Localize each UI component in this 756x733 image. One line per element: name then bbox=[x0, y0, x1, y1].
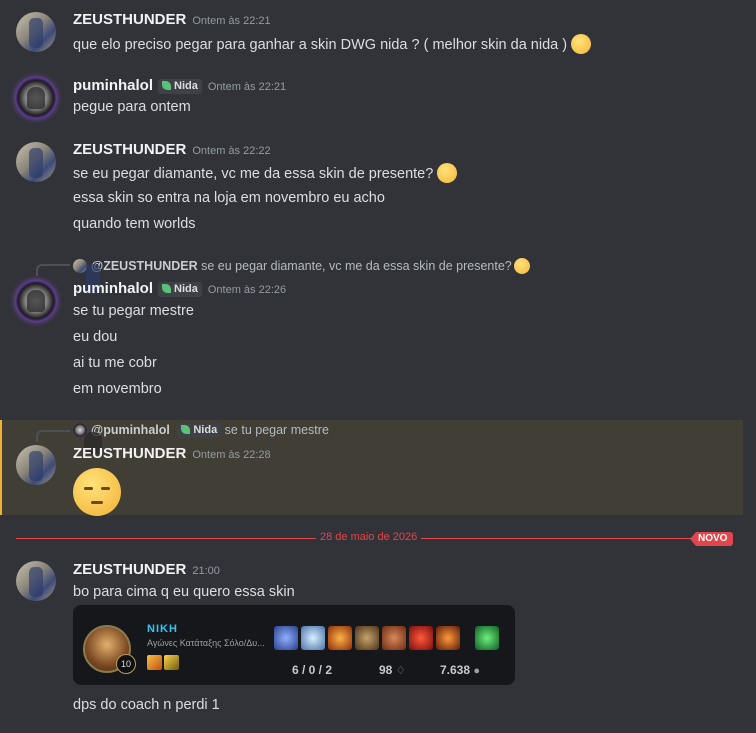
role-tag[interactable]: Nida bbox=[177, 423, 222, 438]
gold-coins-icon: ● bbox=[473, 665, 481, 677]
timestamp[interactable]: Ontem às 22:26 bbox=[208, 284, 286, 296]
gold: 7.638 ● bbox=[440, 663, 480, 677]
pensive-face-emoji[interactable] bbox=[73, 468, 121, 516]
ignite-spell-icon bbox=[164, 655, 179, 670]
message-text: essa skin so entra na loja em novembro e… bbox=[73, 190, 385, 206]
timestamp[interactable]: Ontem às 22:28 bbox=[192, 449, 270, 461]
reply-avatar bbox=[73, 259, 87, 273]
item-icon bbox=[436, 626, 460, 650]
reply-connector bbox=[36, 264, 70, 276]
username[interactable]: ZEUSTHUNDER bbox=[73, 445, 186, 462]
trinket-icon bbox=[475, 626, 499, 650]
username[interactable]: ZEUSTHUNDER bbox=[73, 141, 186, 158]
message-header: puminhalol Nida Ontem às 22:21 bbox=[73, 77, 286, 94]
reply-avatar bbox=[73, 423, 87, 437]
username[interactable]: puminhalol bbox=[73, 280, 153, 297]
flash-spell-icon bbox=[147, 655, 162, 670]
reply-text[interactable]: se tu pegar mestre bbox=[225, 423, 329, 437]
message-text: ai tu me cobr bbox=[73, 355, 157, 371]
avatar[interactable] bbox=[16, 142, 56, 182]
reply-preview[interactable]: @ZEUSTHUNDER se eu pegar diamante, vc me… bbox=[73, 258, 530, 274]
leaf-icon bbox=[162, 81, 171, 90]
message-text: que elo preciso pegar para ganhar a skin… bbox=[73, 37, 568, 53]
emoji-eye bbox=[84, 487, 93, 490]
username[interactable]: ZEUSTHUNDER bbox=[73, 561, 186, 578]
message-text: se eu pegar diamante, vc me da essa skin… bbox=[73, 166, 434, 182]
grinning-face-emoji[interactable] bbox=[437, 163, 458, 183]
avatar[interactable] bbox=[16, 561, 56, 601]
username[interactable]: puminhalol bbox=[73, 77, 153, 94]
avatar[interactable] bbox=[16, 445, 56, 485]
item-icon bbox=[301, 626, 325, 650]
message-text: pegue para ontem bbox=[73, 99, 191, 115]
role-tag-label: Nida bbox=[174, 80, 198, 92]
new-badge: NOVO bbox=[690, 532, 734, 546]
minion-icon: ♢ bbox=[395, 665, 406, 677]
reply-preview[interactable]: @puminhalol Nida se tu pegar mestre bbox=[73, 423, 329, 438]
message-header: ZEUSTHUNDER 21:00 bbox=[73, 561, 220, 578]
reply-text[interactable]: se eu pegar diamante, vc me da essa skin… bbox=[201, 259, 512, 273]
role-tag[interactable]: Nida bbox=[158, 79, 202, 94]
reply-username[interactable]: @puminhalol bbox=[91, 423, 170, 437]
avatar[interactable] bbox=[16, 281, 56, 321]
message-text: em novembro bbox=[73, 381, 162, 397]
message-content: se eu pegar diamante, vc me da essa skin… bbox=[73, 163, 458, 183]
creep-score: 98 ♢ bbox=[379, 663, 406, 677]
message-text: bo para cima q eu quero essa skin bbox=[73, 584, 295, 600]
emoji-mouth bbox=[91, 501, 103, 504]
leaf-icon bbox=[162, 284, 171, 293]
item-icon bbox=[355, 626, 379, 650]
role-tag[interactable]: Nida bbox=[158, 282, 202, 297]
champion-name: NIKH bbox=[147, 623, 178, 635]
match-history-card[interactable]: 10 NIKH Αγώνες Κατάταξης Σόλο/Δυ... 6 / … bbox=[73, 605, 515, 685]
timestamp[interactable]: Ontem às 22:22 bbox=[192, 145, 270, 157]
message-text: se tu pegar mestre bbox=[73, 303, 194, 319]
message-content: que elo preciso pegar para ganhar a skin… bbox=[73, 34, 592, 54]
message-header: ZEUSTHUNDER Ontem às 22:21 bbox=[73, 11, 271, 28]
timestamp[interactable]: 21:00 bbox=[192, 565, 220, 577]
avatar[interactable] bbox=[16, 12, 56, 52]
gold-value: 7.638 bbox=[440, 663, 471, 677]
message-header: ZEUSTHUNDER Ontem às 22:28 bbox=[73, 445, 271, 462]
message-text: eu dou bbox=[73, 329, 118, 345]
item-icon bbox=[409, 626, 433, 650]
message-header: puminhalol Nida Ontem às 22:26 bbox=[73, 280, 286, 297]
grinning-face-emoji bbox=[513, 258, 530, 274]
leaf-icon bbox=[181, 425, 191, 434]
champion-level: 10 bbox=[116, 654, 136, 674]
timestamp[interactable]: Ontem às 22:21 bbox=[192, 15, 270, 27]
message-text: quando tem worlds bbox=[73, 216, 196, 232]
username[interactable]: ZEUSTHUNDER bbox=[73, 11, 186, 28]
divider-date: 28 de maio de 2026 bbox=[316, 531, 422, 543]
role-tag-label: Nida bbox=[174, 283, 198, 295]
timestamp[interactable]: Ontem às 22:21 bbox=[208, 81, 286, 93]
creep-score-value: 98 bbox=[379, 663, 393, 677]
reply-username[interactable]: @ZEUSTHUNDER bbox=[91, 259, 198, 273]
message-text: dps do coach n perdi 1 bbox=[73, 697, 220, 713]
item-icon bbox=[382, 626, 406, 650]
kda: 6 / 0 / 2 bbox=[292, 663, 333, 677]
emoji-eye bbox=[101, 487, 110, 490]
reply-connector bbox=[36, 430, 70, 442]
queue-type: Αγώνες Κατάταξης Σόλο/Δυ... bbox=[147, 638, 265, 648]
role-tag-label: Nida bbox=[193, 424, 218, 436]
message-header: ZEUSTHUNDER Ontem às 22:22 bbox=[73, 141, 271, 158]
item-icon bbox=[274, 626, 298, 650]
nerd-face-emoji[interactable] bbox=[571, 34, 592, 54]
item-icon bbox=[328, 626, 352, 650]
avatar[interactable] bbox=[16, 78, 56, 118]
